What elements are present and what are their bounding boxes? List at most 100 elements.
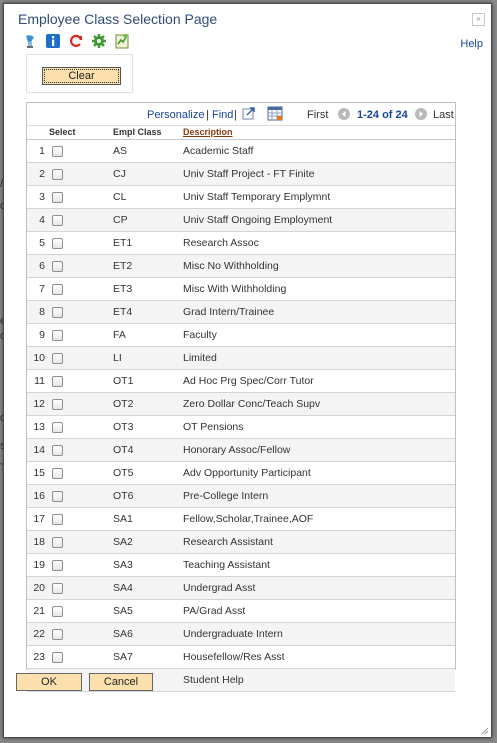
row-number: 18 — [33, 536, 45, 548]
empl-class-description: Ad Hoc Prg Spec/Corr Tutor — [183, 375, 314, 387]
search-lamp-icon[interactable] — [22, 33, 38, 49]
empl-class-description: Academic Staff — [183, 145, 254, 157]
empl-class-description: Honorary Assoc/Fellow — [183, 444, 291, 456]
empl-class-code: SA6 — [113, 628, 133, 640]
select-checkbox[interactable] — [52, 629, 63, 640]
empl-class-code: AS — [113, 145, 128, 157]
row-number: 16 — [33, 490, 45, 502]
resize-grip-icon[interactable] — [481, 727, 489, 735]
row-number: 12 — [33, 398, 45, 410]
empl-class-description: Faculty — [183, 329, 217, 341]
column-header-empl-class: Empl Class — [113, 127, 162, 137]
select-checkbox[interactable] — [52, 560, 63, 571]
select-checkbox[interactable] — [52, 307, 63, 318]
empl-class-description: Research Assistant — [183, 536, 273, 548]
row-number: 9 — [39, 329, 45, 341]
empl-class-description: Student Help — [183, 674, 244, 686]
row-number: 15 — [33, 467, 45, 479]
select-checkbox[interactable] — [52, 491, 63, 502]
download-grid-icon[interactable] — [267, 106, 283, 124]
empl-class-code: OT1 — [113, 375, 134, 387]
table-row: 23 SA7 Housefellow/Res Asst — [27, 646, 455, 669]
close-button[interactable]: × — [472, 13, 485, 26]
nav-separator: | — [206, 109, 209, 121]
table-row: 9 FA Faculty — [27, 324, 455, 347]
empl-class-description: Univ Staff Ongoing Employment — [183, 214, 333, 226]
table-row: 4 CP Univ Staff Ongoing Employment — [27, 209, 455, 232]
row-number: 6 — [39, 260, 45, 272]
row-number: 5 — [39, 237, 45, 249]
nav-separator: | — [234, 109, 237, 121]
select-checkbox[interactable] — [52, 652, 63, 663]
empl-class-code: SA1 — [113, 513, 133, 525]
row-number: 21 — [33, 605, 45, 617]
select-checkbox[interactable] — [52, 353, 63, 364]
refresh-icon[interactable] — [68, 33, 84, 49]
personalize-link[interactable]: Personalize — [147, 109, 204, 121]
empl-class-code: ET4 — [113, 306, 133, 318]
row-number: 1 — [39, 145, 45, 157]
empl-class-code: SA3 — [113, 559, 133, 571]
report-icon[interactable] — [114, 33, 130, 49]
select-checkbox[interactable] — [52, 169, 63, 180]
select-checkbox[interactable] — [52, 215, 63, 226]
empl-class-code: SA5 — [113, 605, 133, 617]
row-number: 19 — [33, 559, 45, 571]
row-number: 10 — [33, 352, 45, 364]
info-icon[interactable] — [45, 33, 61, 49]
select-checkbox[interactable] — [52, 238, 63, 249]
table-row: 3 CL Univ Staff Temporary Emplymnt — [27, 186, 455, 209]
cancel-button[interactable]: Cancel — [89, 673, 153, 691]
select-checkbox[interactable] — [52, 468, 63, 479]
table-row: 22 SA6 Undergraduate Intern — [27, 623, 455, 646]
table-row: 16 OT6 Pre-College Intern — [27, 485, 455, 508]
empl-class-description: Limited — [183, 352, 217, 364]
select-checkbox[interactable] — [52, 261, 63, 272]
row-number: 17 — [33, 513, 45, 525]
select-checkbox[interactable] — [52, 422, 63, 433]
previous-arrow-icon[interactable] — [338, 108, 350, 120]
empl-class-code: SA7 — [113, 651, 133, 663]
dialog-titlebar: Employee Class Selection Page × — [4, 4, 491, 32]
empl-class-description: OT Pensions — [183, 421, 244, 433]
grid-body: 1 AS Academic Staff 2 CJ Univ Staff Project -… — [27, 140, 455, 692]
clear-group: Clear — [26, 54, 133, 93]
column-header-description[interactable]: Description — [183, 127, 233, 137]
select-checkbox[interactable] — [52, 514, 63, 525]
table-row: 5 ET1 Research Assoc — [27, 232, 455, 255]
row-number: 14 — [33, 444, 45, 456]
select-checkbox[interactable] — [52, 376, 63, 387]
select-checkbox[interactable] — [52, 537, 63, 548]
select-checkbox[interactable] — [52, 399, 63, 410]
next-arrow-icon[interactable] — [415, 108, 427, 120]
row-number: 2 — [39, 168, 45, 180]
row-number: 22 — [33, 628, 45, 640]
empl-class-description: Misc No Withholding — [183, 260, 279, 272]
view-all-icon[interactable] — [242, 106, 256, 123]
ok-button[interactable]: OK — [16, 673, 82, 691]
table-row: 2 CJ Univ Staff Project - FT Finite — [27, 163, 455, 186]
find-link[interactable]: Find — [212, 109, 233, 121]
select-checkbox[interactable] — [52, 192, 63, 203]
empl-class-description: Fellow,Scholar,Trainee,AOF — [183, 513, 314, 525]
row-number: 4 — [39, 214, 45, 226]
column-header-select: Select — [49, 127, 76, 137]
settings-gear-icon[interactable] — [91, 33, 107, 49]
table-row: 15 OT5 Adv Opportunity Participant — [27, 462, 455, 485]
help-link[interactable]: Help — [460, 38, 483, 50]
empl-class-description: Misc With Withholding — [183, 283, 287, 295]
table-row: 1 AS Academic Staff — [27, 140, 455, 163]
select-checkbox[interactable] — [52, 583, 63, 594]
select-checkbox[interactable] — [52, 445, 63, 456]
toolbar — [22, 32, 130, 50]
select-checkbox[interactable] — [52, 330, 63, 341]
select-checkbox[interactable] — [52, 606, 63, 617]
table-row: 19 SA3 Teaching Assistant — [27, 554, 455, 577]
table-row: 6 ET2 Misc No Withholding — [27, 255, 455, 278]
clear-button[interactable]: Clear — [42, 67, 121, 85]
row-number: 8 — [39, 306, 45, 318]
select-checkbox[interactable] — [52, 284, 63, 295]
empl-class-code: LI — [113, 352, 122, 364]
table-row: 8 ET4 Grad Intern/Trainee — [27, 301, 455, 324]
select-checkbox[interactable] — [52, 146, 63, 157]
